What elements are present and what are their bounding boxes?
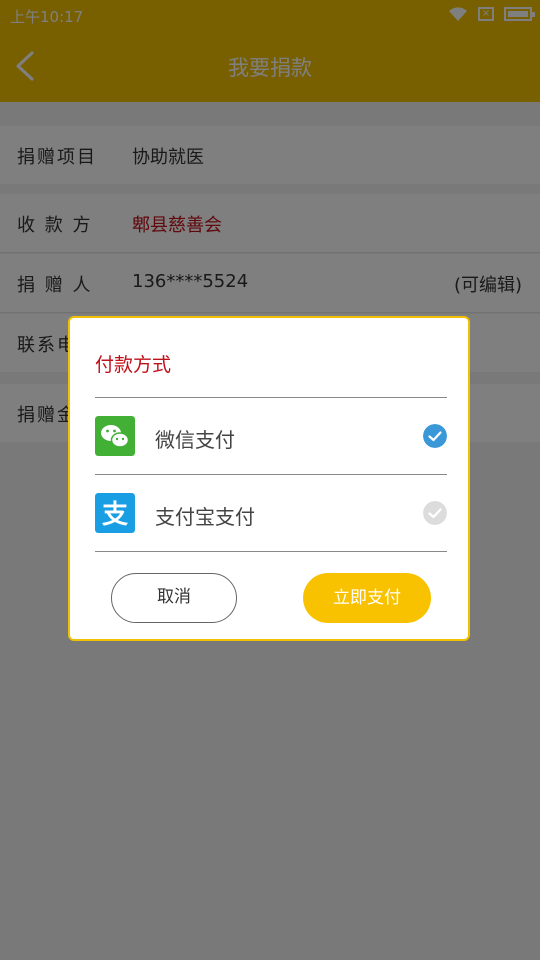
- alipay-option[interactable]: 支 支付宝支付: [95, 475, 447, 551]
- wechat-pay-option[interactable]: 微信支付: [95, 398, 447, 474]
- svg-text:支: 支: [102, 500, 128, 530]
- alipay-label: 支付宝支付: [155, 505, 255, 529]
- dialog-title: 付款方式: [95, 354, 172, 376]
- wechat-pay-label: 微信支付: [155, 428, 235, 452]
- unchecked-icon[interactable]: [423, 501, 447, 525]
- cancel-button[interactable]: 取消: [111, 573, 237, 623]
- pay-now-button[interactable]: 立即支付: [303, 573, 431, 623]
- wechat-pay-icon: [95, 416, 135, 456]
- alipay-icon: 支: [95, 493, 135, 533]
- divider: [95, 551, 447, 552]
- checked-icon[interactable]: [423, 424, 447, 448]
- payment-method-dialog: 付款方式 微信支付 支 支付宝支付 取消 立即支付: [68, 316, 470, 641]
